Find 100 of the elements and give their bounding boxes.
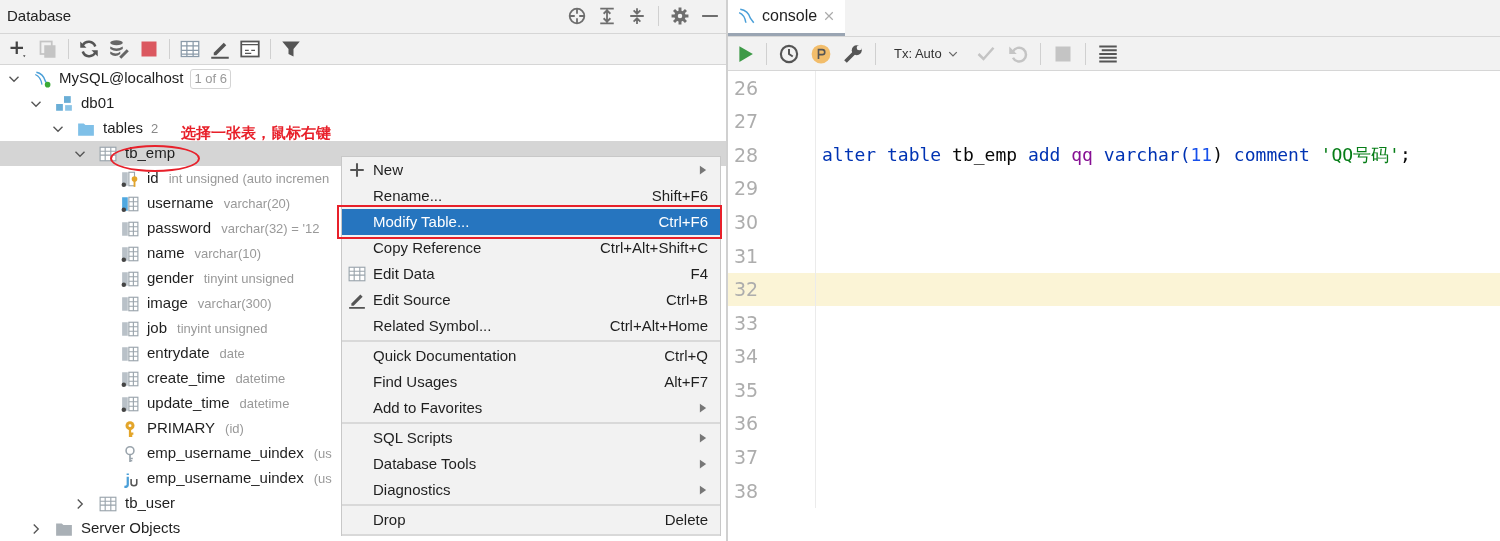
tree-item-label[interactable]: tb_emp xyxy=(125,142,176,165)
line-number: 30 xyxy=(734,209,759,235)
column-type: varchar(300) xyxy=(197,294,272,313)
menu-item[interactable]: Drop Delete xyxy=(342,507,720,533)
shortcut-label: Shift+F6 xyxy=(651,185,708,206)
tree-item-label[interactable]: PRIMARY xyxy=(147,417,216,440)
run-icon[interactable] xyxy=(736,44,754,63)
line-number: 35 xyxy=(734,377,759,403)
column-type: varchar(10) xyxy=(194,244,261,263)
line-number: 34 xyxy=(734,344,759,370)
column-icon xyxy=(121,319,139,338)
column-icon xyxy=(121,219,139,238)
table-icon xyxy=(348,265,366,283)
tree-item-label[interactable]: tb_user xyxy=(125,492,176,515)
menu-item[interactable]: Edit Data F4 xyxy=(342,261,720,287)
tree-item-label[interactable]: emp_username_uindex xyxy=(147,442,304,465)
column-type: (id) xyxy=(225,419,244,438)
count-badge: 1 of 6 xyxy=(190,68,231,89)
settings-icon[interactable] xyxy=(671,7,689,26)
crosshair-icon[interactable] xyxy=(568,7,586,26)
column-type: date xyxy=(219,344,245,363)
connection-icon xyxy=(33,69,51,88)
menu-item[interactable]: Database Tools xyxy=(342,451,720,477)
tree-item-label[interactable]: id xyxy=(147,167,159,190)
line-number: 33 xyxy=(734,310,759,336)
tree-item-label[interactable]: entrydate xyxy=(147,342,210,365)
column-icon xyxy=(121,194,139,213)
panel-title: Database xyxy=(7,6,72,27)
menu-item[interactable]: Quick Documentation Ctrl+Q xyxy=(342,343,720,369)
expand-all-icon[interactable] xyxy=(598,7,616,26)
table-icon xyxy=(99,144,117,163)
column-type: datetime xyxy=(239,394,290,413)
column-icon xyxy=(121,369,139,388)
column-icon xyxy=(121,269,139,288)
column-type: (us xyxy=(313,469,332,488)
tree-item-label[interactable]: image xyxy=(147,292,188,315)
database-wrench-icon[interactable] xyxy=(109,38,129,59)
collapse-all-icon[interactable] xyxy=(628,7,646,26)
p-badge-icon[interactable] xyxy=(811,43,831,64)
refresh-icon[interactable] xyxy=(79,38,99,59)
tree-item-label[interactable]: username xyxy=(147,192,214,215)
console-tab-icon xyxy=(738,7,756,25)
wrench-icon[interactable] xyxy=(843,43,863,64)
shortcut-label: Alt+F7 xyxy=(664,371,708,392)
clock-icon[interactable] xyxy=(779,43,799,64)
console-icon[interactable] xyxy=(240,38,260,59)
column-key-icon xyxy=(121,169,139,188)
shortcut-label: Ctrl+Q xyxy=(664,345,708,366)
tree-item-label[interactable]: create_time xyxy=(147,367,226,390)
menu-item[interactable]: Rename... Shift+F6 xyxy=(342,183,720,209)
tree-item-label[interactable]: password xyxy=(147,217,212,240)
column-icon xyxy=(121,394,139,413)
shortcut-label: Ctrl+Alt+Shift+C xyxy=(600,237,708,258)
column-type: tinyint unsigned xyxy=(203,269,295,288)
column-type: (us xyxy=(313,444,332,463)
tree-item-label[interactable]: tables xyxy=(103,117,144,140)
tree-item-label[interactable]: gender xyxy=(147,267,194,290)
item-count: 2 xyxy=(151,119,159,138)
annotation-text: 选择一张表，鼠标右键 xyxy=(181,125,331,141)
column-icon xyxy=(121,244,139,263)
menu-item[interactable]: Diagnostics xyxy=(342,477,720,503)
tree-item-label[interactable]: update_time xyxy=(147,392,230,415)
line-number: 32 xyxy=(734,277,759,303)
column-type: varchar(32) = '12 xyxy=(221,219,320,238)
schema-icon xyxy=(55,94,73,113)
tx-mode-dropdown[interactable]: Tx: Auto xyxy=(888,43,964,64)
menu-item[interactable]: Edit Source Ctrl+B xyxy=(342,287,720,313)
editor-tab[interactable]: console xyxy=(728,0,846,36)
menu-item[interactable]: Add to Favorites xyxy=(342,395,720,421)
line-number: 38 xyxy=(734,478,759,504)
tree-item-label[interactable]: Server Objects xyxy=(81,517,181,540)
menu-item[interactable]: SQL Scripts xyxy=(342,425,720,451)
column-type: int unsigned (auto incremen xyxy=(168,169,330,188)
column-icon xyxy=(121,344,139,363)
line-number: 29 xyxy=(734,176,759,202)
line-number: 28 xyxy=(734,142,759,168)
menu-item[interactable]: Copy Reference Ctrl+Alt+Shift+C xyxy=(342,235,720,261)
table-icon[interactable] xyxy=(180,38,200,59)
line-number: 37 xyxy=(734,445,759,471)
line-number: 27 xyxy=(734,109,759,135)
shortcut-label: Ctrl+B xyxy=(665,289,708,310)
code-line: alter table tb_emp add qq varchar(11) comment 'QQ号码'; xyxy=(821,143,1411,168)
column-icon xyxy=(121,294,139,313)
shortcut-label: Ctrl+F6 xyxy=(658,211,708,232)
shortcut-label: Ctrl+Alt+Home xyxy=(609,315,708,336)
table-view-icon[interactable] xyxy=(1097,43,1118,64)
line-number: 26 xyxy=(734,75,759,101)
tree-item-label[interactable]: MySQL@localhost xyxy=(59,67,184,90)
menu-item[interactable]: Find Usages Alt+F7 xyxy=(342,369,720,395)
tree-item-label[interactable]: job xyxy=(147,317,168,340)
table-icon xyxy=(99,494,117,513)
shortcut-label: F4 xyxy=(690,263,708,284)
menu-item[interactable]: Related Symbol... Ctrl+Alt+Home xyxy=(342,313,720,339)
tree-item-label[interactable]: db01 xyxy=(81,92,115,115)
pencil-icon xyxy=(348,291,366,309)
column-type: varchar(20) xyxy=(223,194,291,213)
tree-item-label[interactable]: name xyxy=(147,242,185,265)
column-type: tinyint unsigned xyxy=(177,319,268,338)
line-number: 36 xyxy=(734,411,759,437)
tree-item-label[interactable]: emp_username_uindex xyxy=(147,467,304,490)
